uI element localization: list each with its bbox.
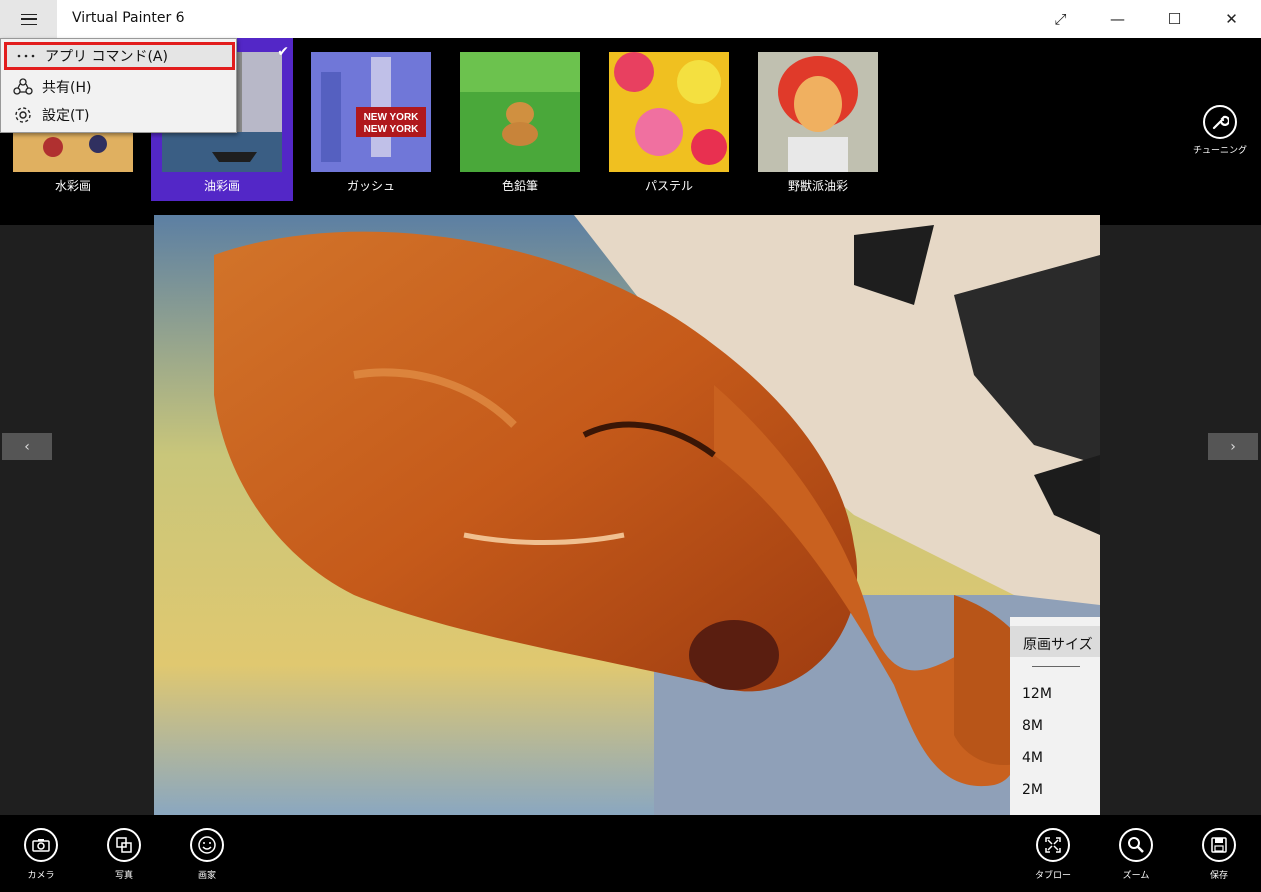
size-option-8m[interactable]: 8M [1022,718,1043,734]
painted-image [154,215,1100,815]
menu-item-settings[interactable]: 設定(T) [4,101,235,129]
tableau-label: タブロー [1034,871,1071,881]
gear-icon [4,105,42,125]
size-option-12m[interactable]: 12M [1022,686,1052,702]
chevron-left-icon: ‹ [24,438,30,455]
style-label: 水彩画 [54,179,91,193]
selected-check-icon: ✔ [277,44,289,60]
thumbnail-fauvism-oil [758,52,878,172]
chevron-right-icon: › [1230,438,1236,455]
size-menu-divider [1032,666,1080,667]
photo-label: 写真 [114,871,133,881]
save-button[interactable]: 保存 [1191,828,1247,881]
output-size-menu: 原画サイズ 12M 8M 4M 2M [1010,617,1100,815]
save-label: 保存 [1209,871,1228,881]
style-colored-pencil[interactable]: 色鉛筆 [449,38,591,201]
photo-icon [107,828,141,862]
share-icon [4,78,42,96]
zoom-label: ズーム [1122,871,1150,881]
zoom-icon [1119,828,1153,862]
photo-button[interactable]: 写真 [96,828,152,881]
zoom-button[interactable]: ズーム [1108,828,1164,881]
style-label: 野獣派油彩 [787,179,848,193]
thumbnail-pastel [609,52,729,172]
ny-sign-text: NEW YORK [364,112,420,123]
camera-icon [24,828,58,862]
style-pastel[interactable]: パステル [598,38,740,201]
restore-view-button[interactable]: ⤢ [1032,0,1089,38]
tableau-button[interactable]: タブロー [1025,828,1081,881]
menu-item-label: 設定(T) [42,108,90,124]
smiley-icon [190,828,224,862]
tuning-label: チューニング [1192,146,1247,156]
wrench-icon [1203,105,1237,139]
tuning-button[interactable]: チューニング [1192,105,1248,165]
painter-label: 画家 [197,871,216,881]
tableau-icon [1036,828,1070,862]
title-bar: Virtual Painter 6 ⤢ — ☐ ✕ [0,0,1261,38]
size-option-4m[interactable]: 4M [1022,750,1043,766]
close-icon: ✕ [1225,10,1238,28]
style-label: ガッシュ [346,179,395,193]
style-label: 色鉛筆 [501,179,538,193]
thumbnail-gouache: NEW YORK NEW YORK [311,52,431,172]
menu-item-share[interactable]: 共有(H) [4,73,235,101]
hamburger-icon [20,13,37,25]
menu-item-label: 共有(H) [42,80,92,96]
size-option-2m[interactable]: 2M [1022,782,1043,798]
menu-item-label: アプリ コマンド(A) [45,49,168,65]
hamburger-menu-button[interactable] [0,0,57,38]
app-title: Virtual Painter 6 [72,10,185,26]
menu-item-app-commands[interactable]: アプリ コマンド(A) [4,42,235,70]
save-icon [1202,828,1236,862]
ny-sign-text: NEW YORK [364,124,420,135]
app-menu-flyout: アプリ コマンド(A) 共有(H) 設定(T) [0,38,237,133]
previous-image-button[interactable]: ‹ [2,433,52,460]
bottom-app-bar: カメラ 写真 画家 タブロー ズーム 保存 [0,815,1261,892]
next-image-button[interactable]: › [1208,433,1258,460]
maximize-icon: ☐ [1167,10,1182,28]
maximize-button[interactable]: ☐ [1146,0,1203,38]
style-label: 油彩画 [203,179,240,193]
more-icon [7,54,45,58]
camera-label: カメラ [27,871,55,881]
close-button[interactable]: ✕ [1203,0,1260,38]
camera-button[interactable]: カメラ [13,828,69,881]
thumbnail-colored-pencil [460,52,580,172]
style-fauvism-oil[interactable]: 野獣派油彩 [747,38,889,201]
expand-icon: ⤢ [1054,10,1067,28]
minimize-icon: — [1110,10,1125,28]
painter-button[interactable]: 画家 [179,828,235,881]
style-label: パステル [644,179,693,193]
size-option-original[interactable]: 原画サイズ [1010,626,1100,657]
minimize-button[interactable]: — [1089,0,1146,38]
style-gouache[interactable]: NEW YORK NEW YORK ガッシュ [300,38,442,201]
